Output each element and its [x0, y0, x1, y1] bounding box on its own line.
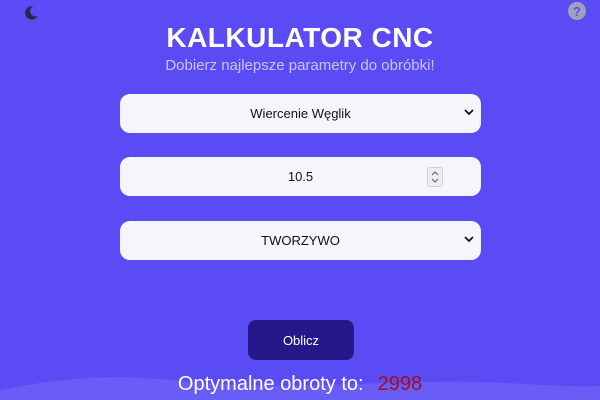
moon-icon[interactable]	[20, 2, 42, 24]
result-label: Optymalne obroty to:	[177, 373, 364, 395]
result-line: Optymalne obroty to: 2998	[0, 373, 600, 396]
diameter-input-value: 10.5	[287, 169, 314, 184]
diameter-input[interactable]: 10.5	[120, 157, 481, 196]
operation-select[interactable]: Wiercenie Węglik	[120, 94, 481, 133]
material-select-value: TWORZYWO	[261, 233, 340, 248]
chevron-down-icon	[464, 109, 474, 116]
help-icon[interactable]: ?	[568, 2, 586, 20]
material-select[interactable]: TWORZYWO	[120, 221, 481, 260]
page-subtitle: Dobierz najlepsze parametry do obróbki!	[165, 57, 435, 74]
help-glyph: ?	[573, 3, 581, 19]
result-value: 2998	[377, 373, 423, 395]
number-spinner[interactable]	[427, 167, 443, 187]
operation-select-value: Wiercenie Węglik	[250, 106, 351, 121]
calculate-button[interactable]: Oblicz	[248, 320, 354, 360]
page-title: KALKULATOR CNC	[166, 22, 434, 53]
chevron-down-icon	[464, 236, 474, 243]
spinner-arrows-icon	[431, 171, 439, 183]
